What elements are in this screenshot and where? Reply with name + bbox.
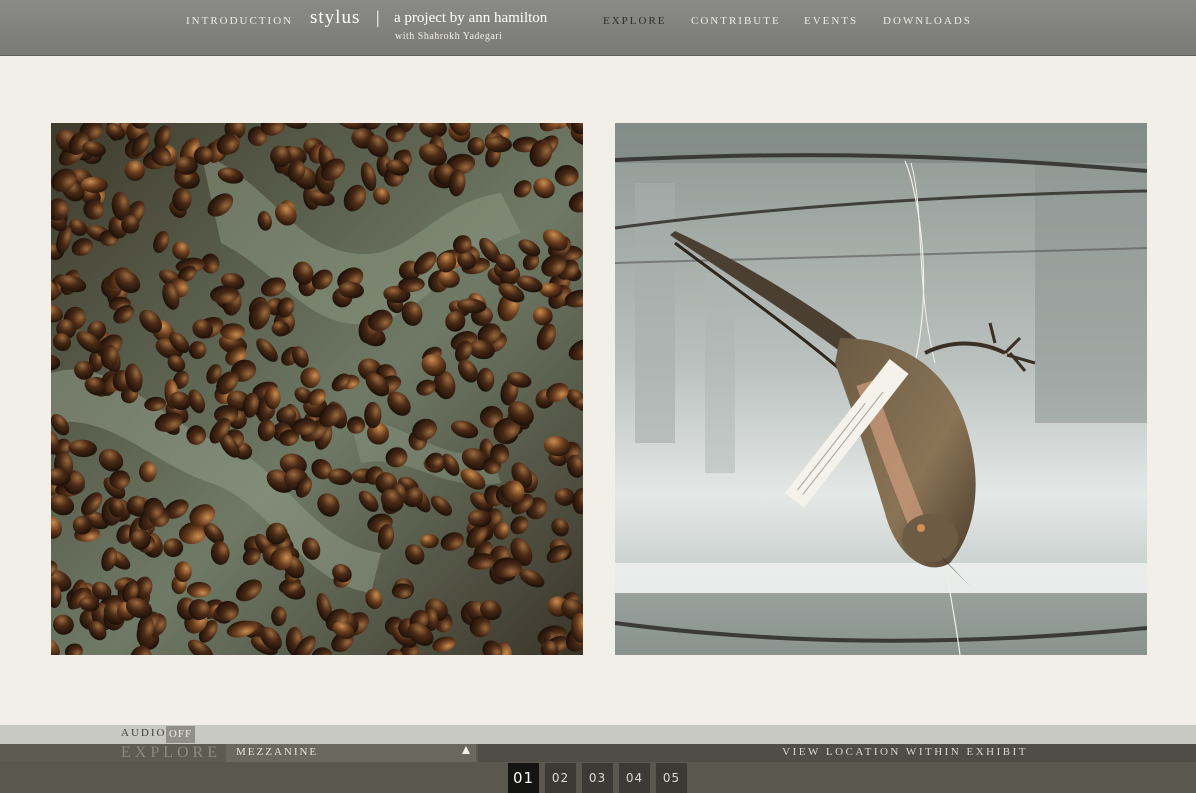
coffee-bean [139, 461, 157, 483]
nav-contribute[interactable]: CONTRIBUTE [691, 15, 781, 27]
nav-downloads[interactable]: DOWNLOADS [883, 15, 972, 27]
coffee-bean [364, 401, 382, 429]
hanging-bird-image [615, 123, 1147, 655]
coffee-bean [476, 367, 495, 392]
audio-strip: AUDIO OFF [0, 725, 1196, 744]
pager-bar: 01 02 03 04 05 [0, 762, 1196, 793]
nav-events[interactable]: EVENTS [804, 15, 858, 27]
coffee-beans-image [51, 123, 583, 655]
view-location-button[interactable]: VIEW LOCATION WITHIN EXHIBIT [478, 744, 1196, 762]
page-button-03[interactable]: 03 [582, 763, 613, 793]
nav-introduction[interactable]: INTRODUCTION [186, 15, 293, 27]
brand-subtitle: a project by ann hamilton [394, 10, 548, 26]
brand-separator: | [376, 7, 380, 27]
page-button-01[interactable]: 01 [508, 763, 539, 793]
triangle-up-icon [462, 746, 470, 754]
page-button-04[interactable]: 04 [619, 763, 650, 793]
photo-coffee-beans[interactable] [51, 123, 583, 655]
section-label: EXPLORE [121, 744, 221, 761]
audio-toggle-button[interactable]: OFF [166, 726, 195, 743]
view-location-label: VIEW LOCATION WITHIN EXHIBIT [782, 746, 1028, 758]
page-button-05[interactable]: 05 [656, 763, 687, 793]
photo-hanging-bird[interactable] [615, 123, 1147, 655]
top-navigation-bar: INTRODUCTION stylus | a project by ann h… [0, 0, 1196, 56]
page-button-02[interactable]: 02 [545, 763, 576, 793]
explore-bar: EXPLORE MEZZANINE VIEW LOCATION WITHIN E… [0, 744, 1196, 762]
location-dropdown[interactable]: MEZZANINE [226, 744, 476, 762]
audio-label: AUDIO [121, 727, 167, 739]
nav-explore[interactable]: EXPLORE [603, 15, 667, 27]
brand-title[interactable]: stylus [310, 7, 360, 29]
brand-credit: with Shahrokh Yadegari [395, 31, 503, 42]
coffee-bean [347, 416, 366, 434]
location-label: MEZZANINE [236, 746, 319, 758]
